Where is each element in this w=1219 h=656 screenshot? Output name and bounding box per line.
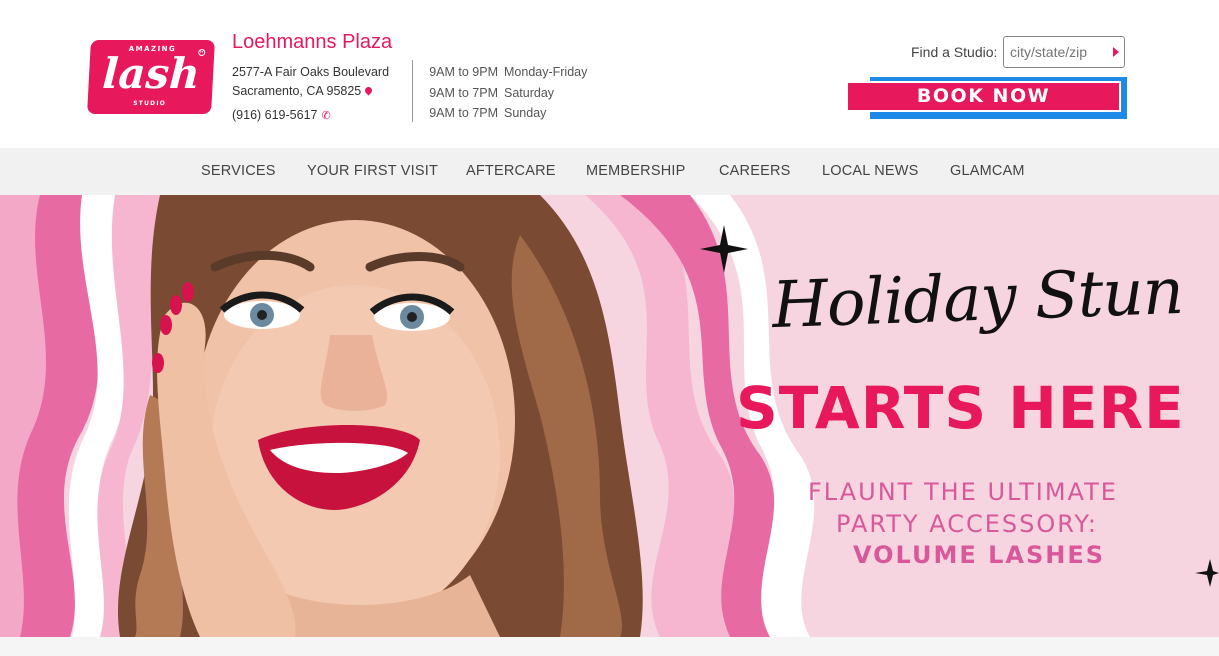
hero-banner[interactable]: Holiday Stun STARTS HERE FLAUNT THE ULTI… <box>0 195 1219 637</box>
hero-subline-2: PARTY ACCESSORY: <box>836 510 1098 538</box>
studio-address[interactable]: 2577-A Fair Oaks Boulevard Sacramento, C… <box>232 63 389 101</box>
hours-row: 9AM to 9PM Monday-Friday <box>420 62 610 83</box>
logo-main-text: lash <box>101 49 202 98</box>
amazing-lash-logo[interactable]: AMAZING lash STUDIO R <box>87 40 215 114</box>
hours-time: 9AM to 7PM <box>429 106 498 120</box>
studio-search-input[interactable] <box>1003 36 1125 68</box>
find-studio-label: Find a Studio: <box>911 44 998 60</box>
site-header: AMAZING lash STUDIO R Loehmanns Plaza 25… <box>0 0 1219 148</box>
address-line2-row: Sacramento, CA 95825 <box>232 82 389 101</box>
book-now-button[interactable]: BOOK NOW <box>846 81 1121 112</box>
hours-row: 9AM to 7PM Saturday <box>420 83 610 104</box>
studio-phone[interactable]: (916) 619-5617 ✆ <box>232 108 331 122</box>
search-submit-arrow-icon[interactable] <box>1113 47 1119 57</box>
address-line1: 2577-A Fair Oaks Boulevard <box>232 65 390 79</box>
hours-days: Sunday <box>504 106 547 120</box>
nav-item-services[interactable]: SERVICES <box>201 163 276 179</box>
nav-item-aftercare[interactable]: AFTERCARE <box>466 163 556 179</box>
logo-bottom-text: STUDIO <box>133 100 167 107</box>
hero-headline: STARTS HERE <box>736 374 1185 442</box>
hours-time: 9AM to 9PM <box>429 65 498 79</box>
header-divider <box>412 60 413 122</box>
hours-time: 9AM to 7PM <box>429 85 498 100</box>
logo-badge: AMAZING lash STUDIO R <box>87 40 215 114</box>
nav-item-membership[interactable]: MEMBERSHIP <box>586 163 686 179</box>
nav-item-careers[interactable]: CAREERS <box>719 163 791 179</box>
below-hero-strip <box>0 637 1219 656</box>
hero-subline-3: VOLUME LASHES <box>853 541 1106 569</box>
main-nav: SERVICES YOUR FIRST VISIT AFTERCARE MEMB… <box>0 148 1219 195</box>
nav-item-glamcam[interactable]: GLAMCAM <box>950 163 1025 179</box>
phone-icon: ✆ <box>321 110 331 122</box>
hours-row: 9AM to 7PM Sunday <box>420 103 610 124</box>
address-line2: Sacramento, CA 95825 <box>232 84 362 98</box>
phone-number: (916) 619-5617 <box>232 108 318 122</box>
studio-name[interactable]: Loehmanns Plaza <box>232 31 392 54</box>
nav-item-your-first-visit[interactable]: YOUR FIRST VISIT <box>307 163 438 179</box>
hero-script-title: Holiday Stun <box>770 254 1185 344</box>
studio-hours: 9AM to 9PM Monday-Friday 9AM to 7PM Satu… <box>420 62 610 124</box>
hours-days: Monday-Friday <box>504 65 588 79</box>
hours-days: Saturday <box>504 85 555 100</box>
nav-item-local-news[interactable]: LOCAL NEWS <box>822 163 919 179</box>
map-pin-icon <box>363 85 374 96</box>
hero-subline-1: FLAUNT THE ULTIMATE <box>808 478 1118 506</box>
